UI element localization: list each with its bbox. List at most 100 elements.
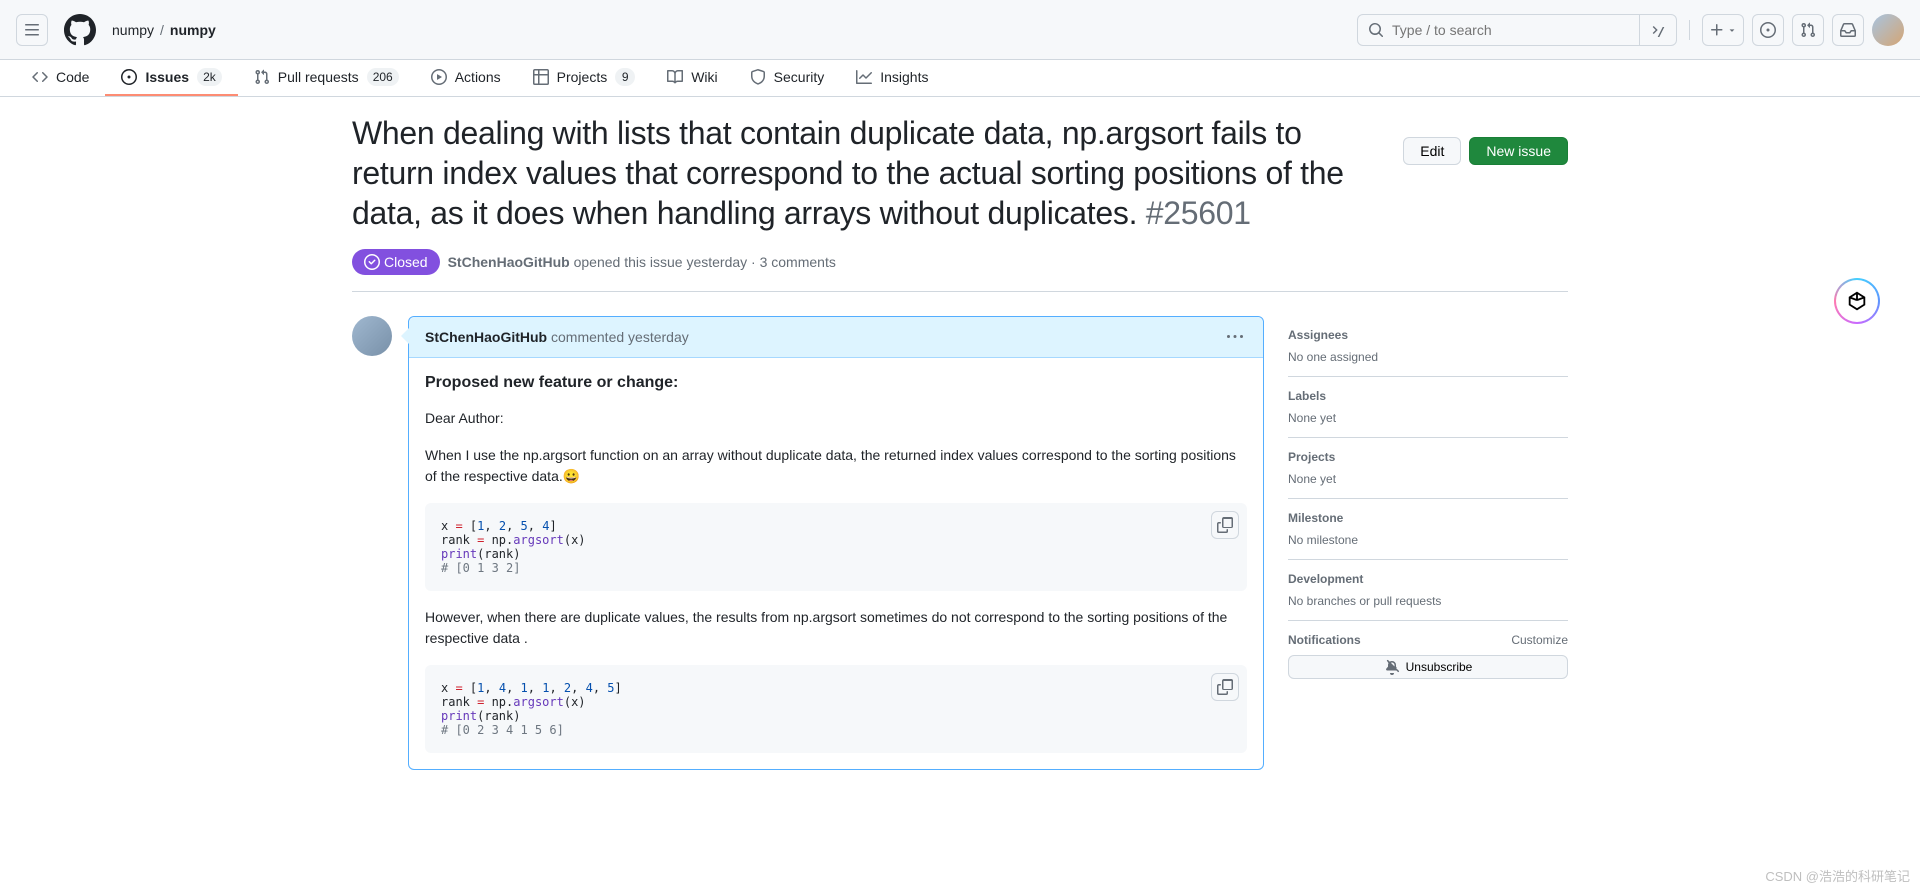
sidebar-value: No one assigned	[1288, 350, 1568, 364]
issue-opened-icon	[1760, 22, 1776, 38]
comment-author-link[interactable]: StChenHaoGitHub	[425, 329, 547, 345]
comment-avatar[interactable]	[352, 316, 392, 356]
tab-counter: 9	[615, 68, 635, 86]
main-column: StChenHaoGitHub commented yesterday Prop…	[352, 316, 1264, 770]
breadcrumb-owner[interactable]: numpy	[112, 22, 154, 38]
tab-label: Insights	[880, 69, 928, 85]
sidebar-assignees: Assignees No one assigned	[1288, 316, 1568, 377]
sidebar-labels: Labels None yet	[1288, 377, 1568, 438]
sidebar-development: Development No branches or pull requests	[1288, 560, 1568, 621]
new-issue-button[interactable]: New issue	[1469, 137, 1568, 165]
pull-requests-shortcut-button[interactable]	[1792, 14, 1824, 46]
issue-meta-text: StChenHaoGitHub opened this issue yester…	[448, 254, 836, 270]
repo-nav: Code Issues 2k Pull requests 206 Actions…	[0, 60, 1920, 97]
comment-paragraph: However, when there are duplicate values…	[425, 607, 1247, 649]
sidebar-title: Milestone	[1288, 511, 1568, 525]
sidebar-title: Development	[1288, 572, 1568, 586]
tab-actions[interactable]: Actions	[415, 60, 517, 96]
tab-insights[interactable]: Insights	[840, 60, 944, 96]
github-icon	[64, 14, 96, 46]
issue-header: When dealing with lists that contain dup…	[352, 113, 1568, 241]
sidebar-value: No branches or pull requests	[1288, 594, 1568, 608]
command-palette-button[interactable]	[1639, 15, 1676, 45]
issue-number: #25601	[1146, 195, 1251, 231]
table-icon	[533, 69, 549, 85]
comment-body: Proposed new feature or change: Dear Aut…	[409, 358, 1263, 769]
code-block: x = [1, 2, 5, 4] rank = np.argsort(x) pr…	[425, 503, 1247, 591]
sidebar-title: Notifications	[1288, 633, 1361, 647]
floating-widget-icon	[1836, 280, 1878, 322]
code-content: x = [1, 4, 1, 1, 2, 4, 5] rank = np.args…	[441, 681, 1231, 737]
play-icon	[431, 69, 447, 85]
issue-meta: Closed StChenHaoGitHub opened this issue…	[352, 249, 1568, 292]
sidebar-milestone: Milestone No milestone	[1288, 499, 1568, 560]
sidebar: Assignees No one assigned Labels None ye…	[1288, 316, 1568, 770]
inbox-icon	[1840, 22, 1856, 38]
issue-title-wrap: When dealing with lists that contain dup…	[352, 113, 1375, 241]
tab-wiki[interactable]: Wiki	[651, 60, 733, 96]
user-avatar[interactable]	[1872, 14, 1904, 46]
tab-security[interactable]: Security	[734, 60, 841, 96]
book-icon	[667, 69, 683, 85]
copy-icon	[1217, 679, 1233, 695]
command-icon	[1650, 22, 1666, 38]
sidebar-title: Assignees	[1288, 328, 1568, 342]
unsubscribe-label: Unsubscribe	[1406, 660, 1473, 674]
tab-label: Security	[774, 69, 825, 85]
issue-author-link[interactable]: StChenHaoGitHub	[448, 254, 570, 270]
tab-label: Actions	[455, 69, 501, 85]
unsubscribe-button[interactable]: Unsubscribe	[1288, 655, 1568, 679]
tab-label: Pull requests	[278, 69, 359, 85]
kebab-icon	[1227, 329, 1243, 345]
git-pull-request-icon	[1800, 22, 1816, 38]
comment-paragraph: When I use the np.argsort function on an…	[425, 445, 1247, 487]
comment-box: StChenHaoGitHub commented yesterday Prop…	[408, 316, 1264, 770]
header-left: numpy / numpy	[16, 14, 216, 46]
floating-widget[interactable]	[1834, 278, 1880, 324]
comment-paragraph: Dear Author:	[425, 408, 1247, 429]
tab-projects[interactable]: Projects 9	[517, 60, 652, 96]
sidebar-title: Projects	[1288, 450, 1568, 464]
customize-link[interactable]: Customize	[1511, 633, 1568, 647]
shield-icon	[750, 69, 766, 85]
tab-label: Wiki	[691, 69, 717, 85]
inbox-button[interactable]	[1832, 14, 1864, 46]
search-icon	[1358, 22, 1384, 38]
sidebar-notifications: Notifications Customize Unsubscribe	[1288, 621, 1568, 691]
code-block: x = [1, 4, 1, 1, 2, 4, 5] rank = np.args…	[425, 665, 1247, 753]
hamburger-menu-button[interactable]	[16, 14, 48, 46]
issue-icon	[121, 69, 137, 85]
tab-code[interactable]: Code	[16, 60, 105, 96]
sidebar-projects: Projects None yet	[1288, 438, 1568, 499]
search-input[interactable]	[1384, 22, 1639, 38]
tab-issues[interactable]: Issues 2k	[105, 60, 237, 96]
copy-icon	[1217, 517, 1233, 533]
caret-down-icon	[1727, 25, 1737, 35]
issues-shortcut-button[interactable]	[1752, 14, 1784, 46]
plus-icon	[1709, 22, 1725, 38]
search-box[interactable]	[1357, 14, 1677, 46]
tab-pull-requests[interactable]: Pull requests 206	[238, 60, 415, 96]
issue-closed-icon	[364, 254, 380, 270]
smile-emoji-icon: 😀	[563, 466, 580, 487]
edit-button[interactable]: Edit	[1403, 137, 1461, 165]
tab-label: Projects	[557, 69, 608, 85]
copy-button[interactable]	[1211, 511, 1239, 539]
sidebar-value: No milestone	[1288, 533, 1568, 547]
header-divider	[1689, 20, 1690, 40]
copy-button[interactable]	[1211, 673, 1239, 701]
main-container: When dealing with lists that contain dup…	[320, 97, 1600, 786]
breadcrumb-separator: /	[160, 22, 164, 38]
issue-state-badge: Closed	[352, 249, 440, 275]
comment-menu-button[interactable]	[1223, 325, 1247, 349]
breadcrumb-repo[interactable]: numpy	[170, 22, 216, 38]
sidebar-value: None yet	[1288, 472, 1568, 486]
tab-label: Code	[56, 69, 89, 85]
github-logo[interactable]	[64, 14, 96, 46]
create-menu-button[interactable]	[1702, 14, 1744, 46]
sidebar-title: Labels	[1288, 389, 1568, 403]
code-content: x = [1, 2, 5, 4] rank = np.argsort(x) pr…	[441, 519, 1231, 575]
discussion-layout: StChenHaoGitHub commented yesterday Prop…	[352, 316, 1568, 770]
sidebar-value: None yet	[1288, 411, 1568, 425]
comment-wrap: StChenHaoGitHub commented yesterday Prop…	[352, 316, 1264, 770]
